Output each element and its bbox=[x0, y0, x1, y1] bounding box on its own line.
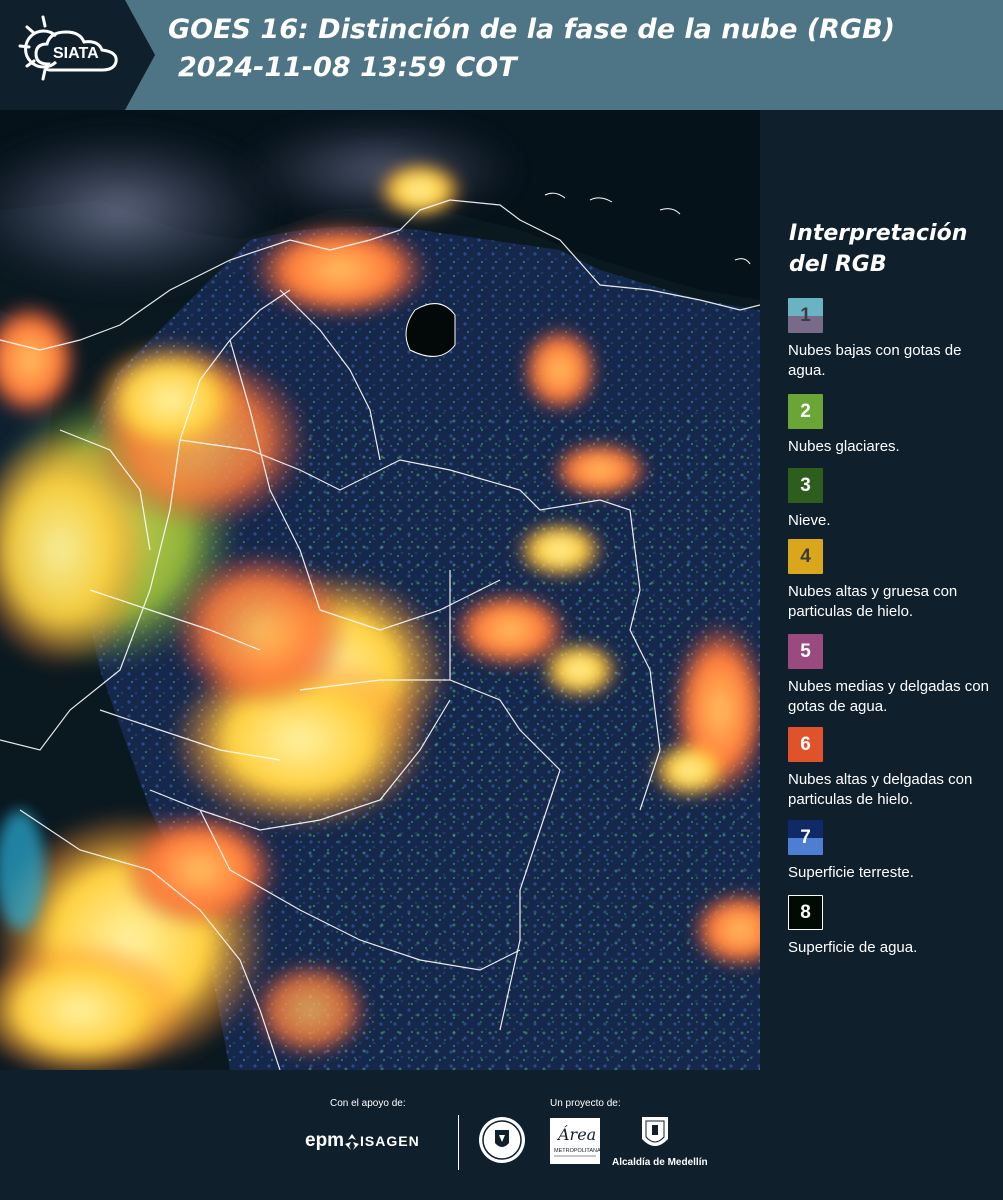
alcaldia-text: Alcaldía de Medellín bbox=[612, 1157, 708, 1168]
legend-label-6: Nubes altas y delgadas con particulas de… bbox=[788, 771, 973, 808]
legend-label-3: Nieve. bbox=[788, 512, 831, 529]
legend-panel: Interpretación del RGB 1 Nubes bajas con… bbox=[760, 110, 1003, 1070]
epm-logo: epm bbox=[305, 1130, 345, 1151]
isagen-logo: ISAGEN bbox=[360, 1133, 420, 1149]
area-metropolitana-logo-icon: Área METROPOLITANA bbox=[550, 1118, 600, 1164]
header: SIATA GOES 16: Distinción de la fase de … bbox=[0, 0, 1003, 110]
legend-title: Interpretación del RGB bbox=[789, 221, 968, 277]
legend-swatch-8: 8 bbox=[788, 895, 823, 930]
legend-swatch-4: 4 bbox=[788, 539, 823, 574]
svg-text:Área: Área bbox=[556, 1124, 596, 1144]
legend-swatch-2: 2 bbox=[788, 394, 823, 429]
legend-label-7: Superficie terreste. bbox=[788, 864, 914, 881]
support-label: Con el apoyo de: bbox=[330, 1098, 406, 1109]
legend-swatch-1: 1 bbox=[788, 298, 823, 333]
project-label: Un proyecto de: bbox=[550, 1098, 621, 1109]
page-title: GOES 16: Distinción de la fase de la nub… bbox=[168, 14, 895, 45]
alcaldia-shield-icon bbox=[642, 1117, 668, 1146]
legend-label-1: Nubes bajas con gotas de agua. bbox=[788, 342, 962, 379]
legend-item-2: 2 Nubes glaciares. bbox=[788, 394, 1003, 457]
medellin-seal-icon bbox=[479, 1117, 525, 1163]
footer-divider bbox=[458, 1115, 459, 1170]
legend-item-5: 5 Nubes medias y delgadas con gotas de a… bbox=[788, 634, 1003, 717]
legend-label-5: Nubes medias y delgadas con gotas de agu… bbox=[788, 678, 989, 715]
satellite-image bbox=[0, 110, 760, 1070]
legend-item-4: 4 Nubes altas y gruesa con particulas de… bbox=[788, 539, 1003, 622]
legend-swatch-6: 6 bbox=[788, 727, 823, 762]
legend-item-7: 7 Superficie terreste. bbox=[788, 820, 1003, 883]
satellite-map bbox=[0, 110, 760, 1070]
isagen-icon bbox=[345, 1134, 359, 1150]
legend-swatch-3: 3 bbox=[788, 468, 823, 503]
legend-label-2: Nubes glaciares. bbox=[788, 438, 900, 455]
page-timestamp: 2024-11-08 13:59 COT bbox=[178, 52, 517, 83]
legend-item-1: 1 Nubes bajas con gotas de agua. bbox=[788, 298, 1003, 381]
siata-logo: SIATA bbox=[0, 0, 155, 110]
siata-logo-text: SIATA bbox=[53, 45, 99, 62]
legend-label-8: Superficie de agua. bbox=[788, 939, 918, 956]
legend-item-8: 8 Superficie de agua. bbox=[788, 895, 1003, 958]
legend-label-4: Nubes altas y gruesa con particulas de h… bbox=[788, 583, 958, 620]
legend-swatch-5: 5 bbox=[788, 634, 823, 669]
legend-swatch-7: 7 bbox=[788, 820, 823, 855]
footer: Con el apoyo de: Un proyecto de: epm ISA… bbox=[0, 1070, 1003, 1200]
legend-item-6: 6 Nubes altas y delgadas con particulas … bbox=[788, 727, 1003, 810]
svg-text:METROPOLITANA: METROPOLITANA bbox=[554, 1148, 600, 1154]
legend-item-3: 3 Nieve. bbox=[788, 468, 1003, 531]
